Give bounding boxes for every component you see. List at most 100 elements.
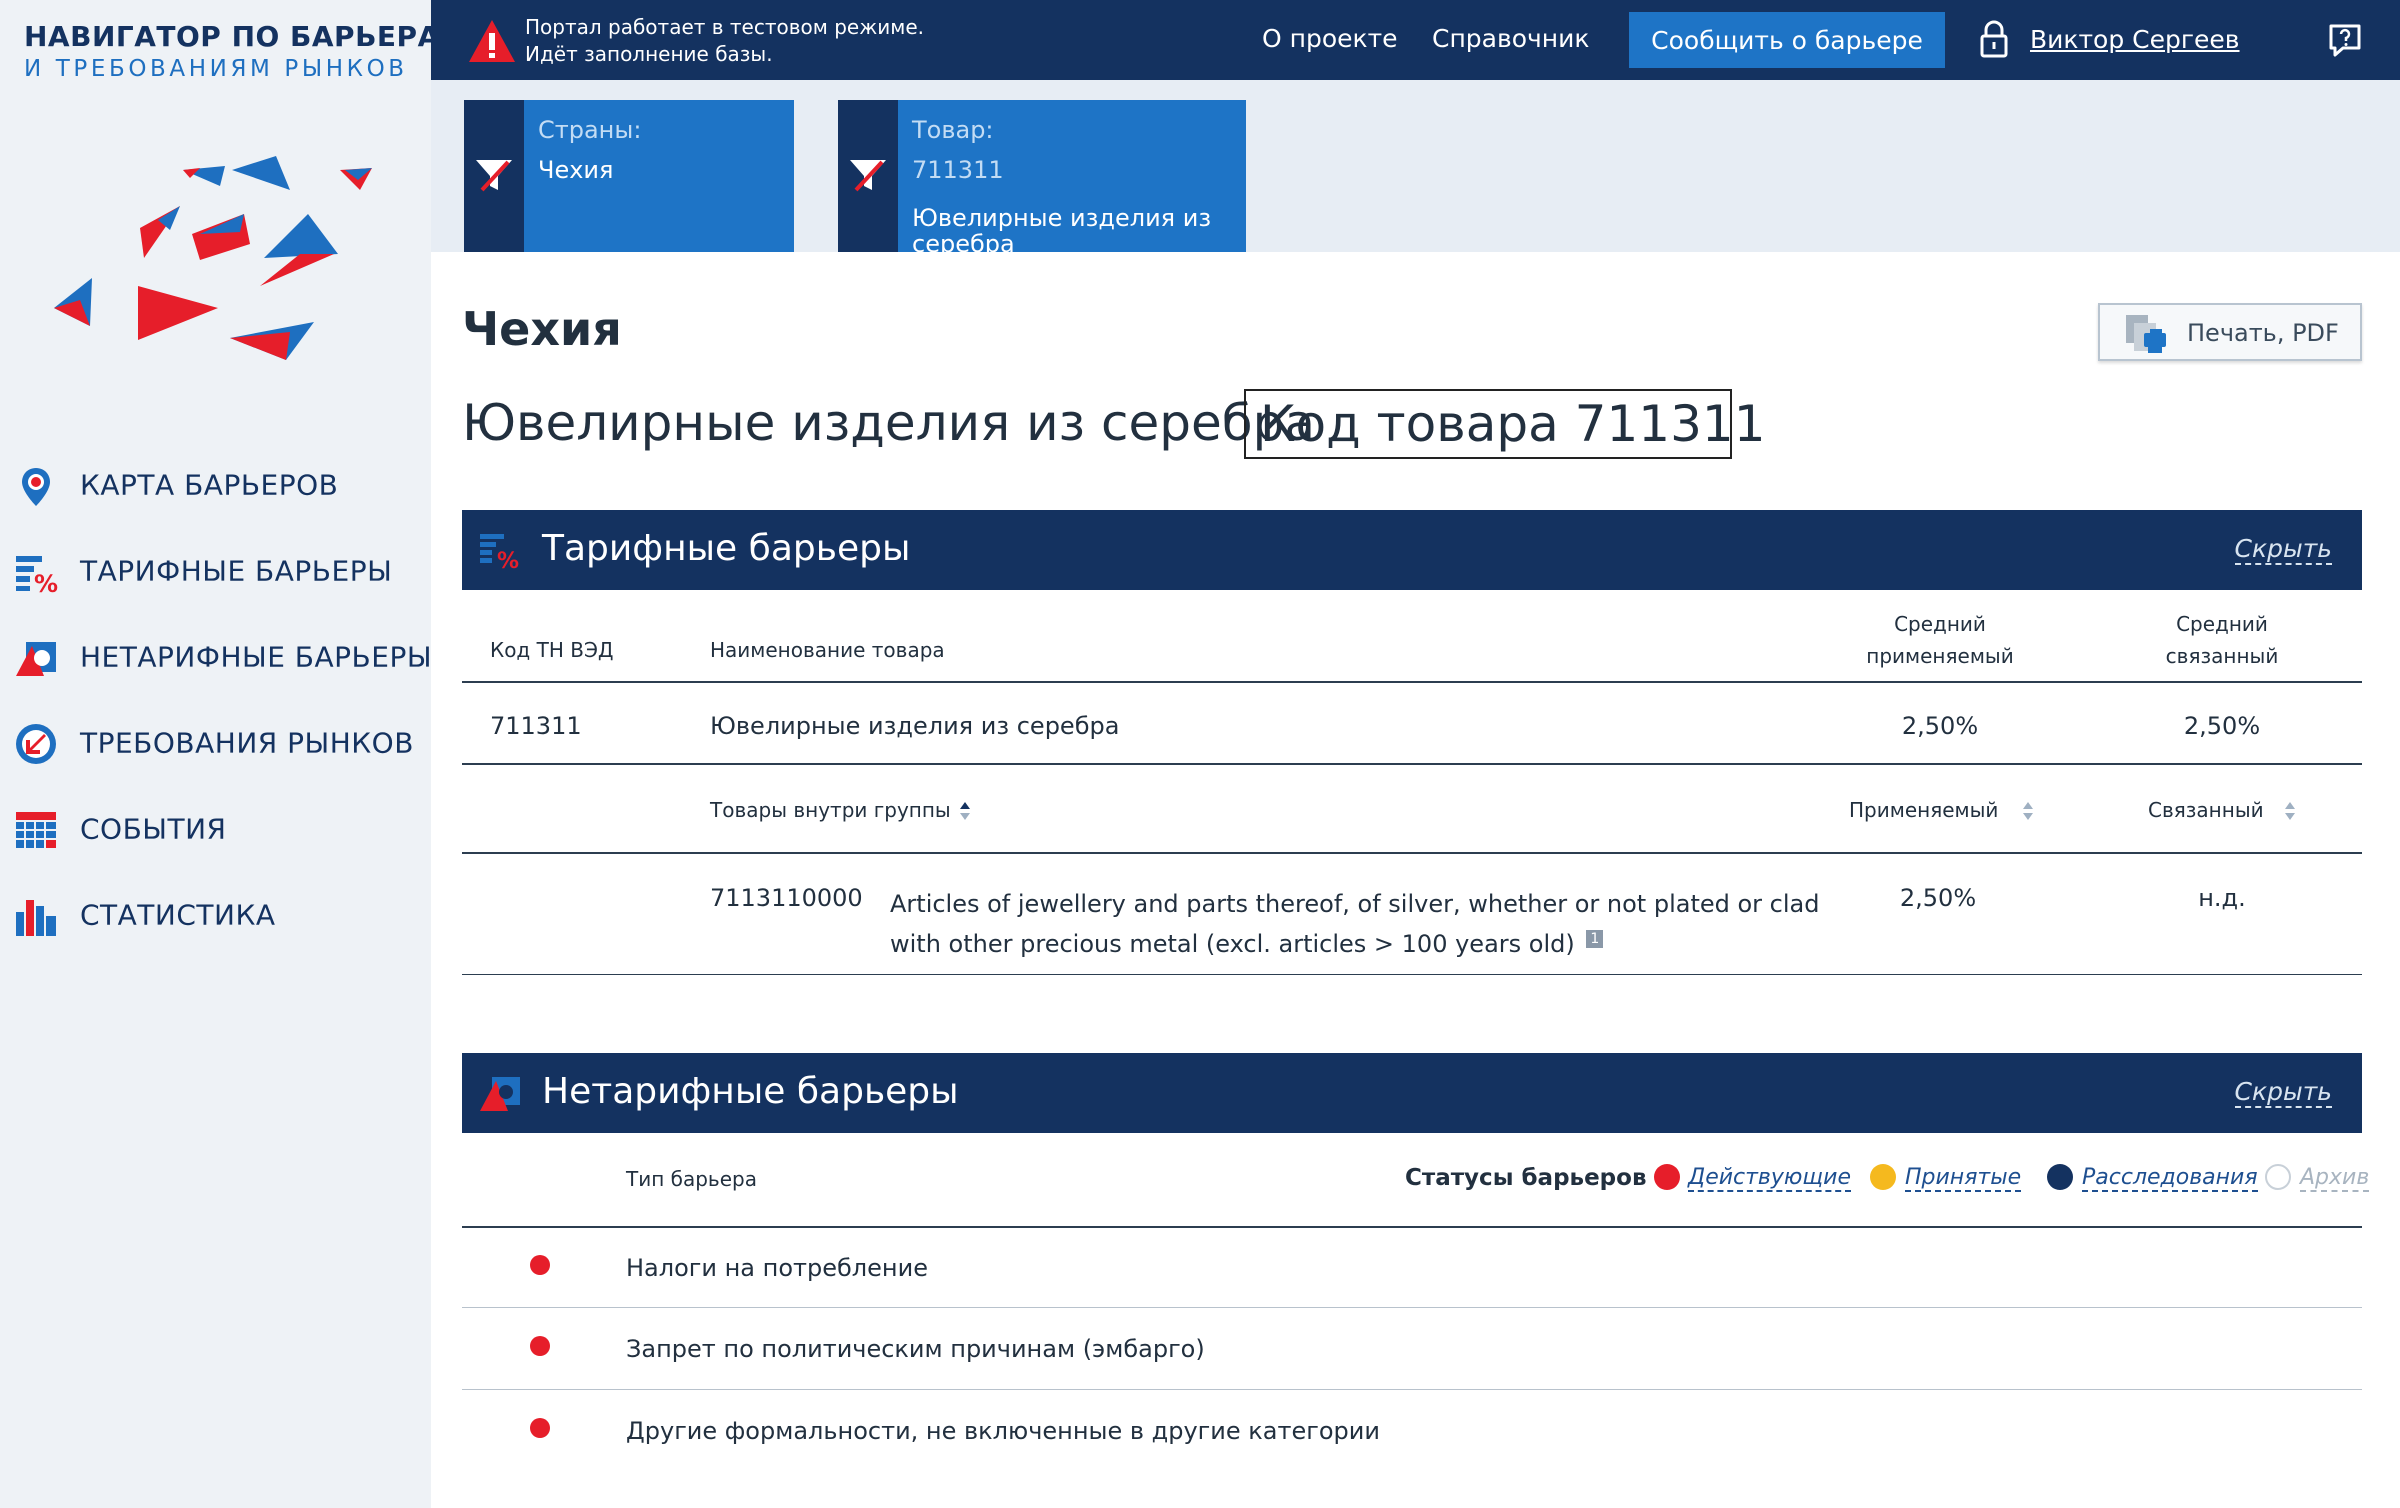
filter-funnel-icon[interactable]	[846, 152, 890, 196]
svg-text:%: %	[497, 549, 519, 570]
footnote-badge[interactable]: 1	[1586, 930, 1604, 948]
col-header-code: Код ТН ВЭД	[490, 638, 614, 662]
sub-header-goods-in-group[interactable]: Товары внутри группы	[710, 798, 951, 822]
filter-funnel-icon[interactable]	[472, 152, 516, 196]
item-bound: н.д.	[2198, 884, 2246, 912]
map-pin-icon	[22, 468, 50, 506]
about-link[interactable]: О проекте	[1262, 24, 1398, 53]
print-pdf-button[interactable]: Печать, PDF	[2098, 303, 2362, 361]
nav-item-nontariff-barriers[interactable]: НЕТАРИФНЫЕ БАРЬЕРЫ	[0, 622, 433, 692]
product-filter-card[interactable]: Товар: 711311 Ювелирные изделия из сереб…	[838, 100, 1246, 258]
status-filter-archive[interactable]: Архив	[2300, 1166, 2370, 1192]
table-divider	[462, 1226, 2362, 1228]
barrier-row-label[interactable]: Налоги на потребление	[626, 1254, 928, 1282]
user-profile-link[interactable]: Виктор Сергеев	[2030, 25, 2240, 54]
col-header-avg-applied-line-1: Средний	[1894, 612, 1986, 636]
product-title: Ювелирные изделия из серебра	[462, 394, 1316, 452]
row-divider	[462, 1307, 2362, 1308]
filter-band: Страны: Чехия Товар: 711311 Ювелирные из…	[431, 80, 2400, 258]
warning-icon	[469, 20, 515, 62]
tariff-section-title: Тарифные барьеры	[542, 528, 911, 569]
item-applied: 2,50%	[1899, 884, 1977, 912]
hide-nontariff-link[interactable]: Скрыть	[2234, 1078, 2332, 1108]
nav-item-tariff-barriers[interactable]: % ТАРИФНЫЕ БАРЬЕРЫ	[0, 536, 431, 606]
brand-title[interactable]: НАВИГАТОР ПО БАРЬЕРАМ	[24, 20, 468, 53]
status-filter-investigation[interactable]: Расследования	[2082, 1166, 2258, 1192]
row-code: 711311	[490, 712, 582, 740]
nav-label: СОБЫТИЯ	[80, 812, 227, 846]
table-divider	[462, 974, 2362, 975]
printer-icon	[2126, 315, 2166, 353]
col-header-avg-bound-line-1: Средний	[2176, 612, 2268, 636]
barrier-status-dot	[530, 1255, 550, 1275]
barrier-row-label[interactable]: Запрет по политическим причинам (эмбарго…	[626, 1335, 1205, 1363]
svg-text:%: %	[34, 570, 58, 594]
status-filter-active[interactable]: Действующие	[1688, 1166, 1851, 1192]
item-code: 7113110000	[710, 884, 863, 912]
countries-label: Страны:	[538, 116, 642, 144]
status-archive-dot	[2265, 1164, 2291, 1190]
row-name: Ювелирные изделия из серебра	[710, 712, 1120, 740]
sort-icon[interactable]	[958, 800, 972, 822]
status-filter-adopted[interactable]: Принятые	[1905, 1166, 2022, 1192]
status-adopted-dot	[1870, 1164, 1896, 1190]
hide-tariff-link[interactable]: Скрыть	[2234, 535, 2332, 565]
logo-triangles-art	[54, 156, 372, 360]
countries-value: Чехия	[538, 156, 614, 184]
status-active-dot	[1654, 1164, 1680, 1190]
nav-label: СТАТИСТИКА	[80, 898, 276, 932]
col-header-avg-bound: Средний связанный	[2112, 608, 2332, 672]
nav-item-statistics[interactable]: СТАТИСТИКА	[0, 880, 431, 950]
status-investigation-dot	[2047, 1164, 2073, 1190]
test-mode-notice: Портал работает в тестовом режиме. Идёт …	[525, 14, 924, 68]
sub-header-applied[interactable]: Применяемый	[1849, 798, 1998, 822]
print-button-label: Печать, PDF	[2187, 319, 2339, 347]
row-avg-bound: 2,50%	[2183, 712, 2261, 740]
barrier-row-label[interactable]: Другие формальности, не включенные в дру…	[626, 1417, 1380, 1445]
calendar-grid-icon	[16, 812, 56, 848]
sub-header-bound[interactable]: Связанный	[2148, 798, 2264, 822]
notice-line-1: Портал работает в тестовом режиме.	[525, 15, 924, 39]
table-divider	[462, 852, 2362, 854]
table-divider	[462, 681, 2362, 683]
nav-label: КАРТА БАРЬЕРОВ	[80, 468, 339, 502]
sidebar: НАВИГАТОР ПО БАРЬЕРАМ И ТРЕБОВАНИЯМ РЫНК…	[0, 0, 468, 1508]
nav-label: НЕТАРИФНЫЕ БАРЬЕРЫ	[80, 640, 433, 674]
barrier-status-dot	[530, 1418, 550, 1438]
col-header-barrier-type: Тип барьера	[626, 1167, 757, 1191]
requirements-arrow-icon	[16, 724, 56, 764]
help-chat-icon[interactable]	[2325, 20, 2365, 60]
tariff-percent-icon: %	[480, 534, 519, 570]
product-name-line-1: Ювелирные изделия из	[912, 204, 1212, 232]
lock-icon	[1980, 20, 2008, 58]
nontariff-shape-icon	[16, 642, 56, 676]
product-code: 711311	[912, 156, 1004, 184]
reference-link[interactable]: Справочник	[1432, 24, 1589, 53]
sort-icon[interactable]	[2021, 800, 2035, 822]
item-description: Articles of jewellery and parts thereof,…	[890, 884, 1819, 964]
report-barrier-button[interactable]: Сообщить о барьере	[1629, 12, 1945, 68]
item-description-line-2: with other precious metal (excl. article…	[890, 924, 1819, 964]
sort-icon[interactable]	[2283, 800, 2297, 822]
row-avg-applied: 2,50%	[1901, 712, 1979, 740]
barrier-statuses-label: Статусы барьеров	[1405, 1165, 1647, 1191]
tariff-section-header: % Тарифные барьеры Скрыть	[462, 510, 2362, 590]
tariff-percent-icon: %	[16, 556, 58, 594]
brand-subtitle[interactable]: И ТРЕБОВАНИЯМ РЫНКОВ	[24, 56, 408, 82]
nav-label: ТАРИФНЫЕ БАРЬЕРЫ	[80, 554, 393, 588]
nontariff-shape-icon	[480, 1077, 520, 1111]
product-label: Товар:	[912, 116, 994, 144]
nontariff-section-header: Нетарифные барьеры Скрыть	[462, 1053, 2362, 1133]
nav-item-events[interactable]: СОБЫТИЯ	[0, 794, 431, 864]
nontariff-section-title: Нетарифные барьеры	[542, 1071, 959, 1112]
bar-chart-icon	[16, 900, 56, 936]
barrier-status-dot	[530, 1336, 550, 1356]
country-filter-card[interactable]: Страны: Чехия	[464, 100, 794, 252]
nav-item-market-requirements[interactable]: ТРЕБОВАНИЯ РЫНКОВ	[0, 708, 431, 778]
table-divider	[462, 763, 2362, 765]
country-title: Чехия	[462, 302, 622, 356]
nav-label: ТРЕБОВАНИЯ РЫНКОВ	[80, 726, 414, 760]
col-header-avg-bound-line-2: связанный	[2165, 644, 2279, 668]
col-header-name: Наименование товара	[710, 638, 945, 662]
nav-item-barrier-map[interactable]: КАРТА БАРЬЕРОВ	[0, 450, 431, 520]
